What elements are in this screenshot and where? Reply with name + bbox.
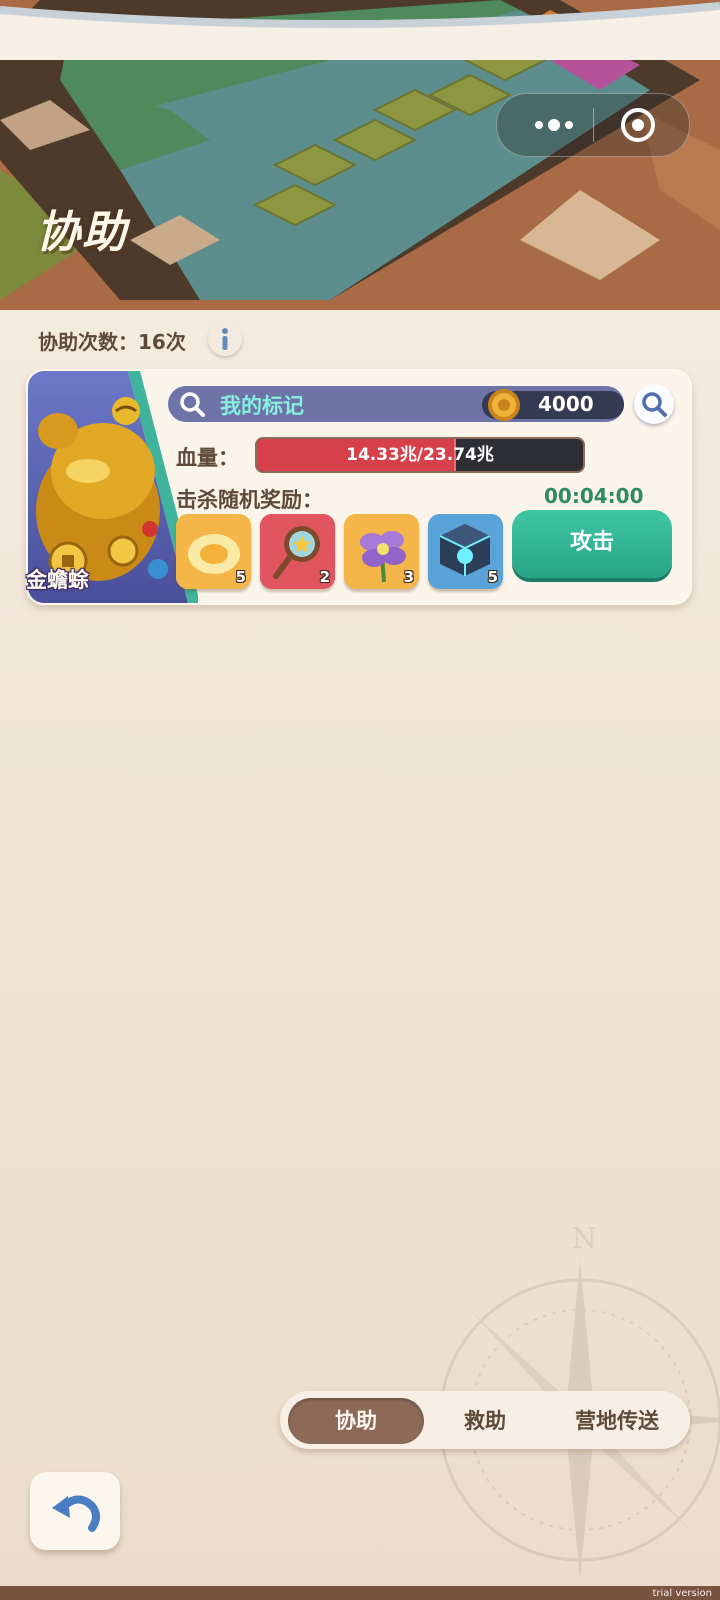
undo-arrow-icon bbox=[52, 1495, 100, 1532]
countdown-timer: 00:04:00 bbox=[544, 484, 644, 508]
hp-bar: 14.33兆/23.74兆 bbox=[255, 437, 585, 473]
mini-program-capsule bbox=[496, 93, 690, 157]
svg-text:N: N bbox=[572, 1222, 597, 1255]
gold-coin-icon bbox=[488, 389, 520, 421]
magnifier-icon bbox=[642, 392, 667, 417]
search-icon bbox=[180, 392, 205, 417]
boss-name: 金蟾蜍 bbox=[26, 568, 89, 592]
reward-item-magnifier[interactable]: 2 bbox=[260, 514, 335, 589]
reward-count: 5 bbox=[235, 568, 246, 586]
capsule-divider bbox=[593, 108, 594, 142]
reward-item-egg[interactable]: 5 bbox=[176, 514, 251, 589]
info-icon[interactable] bbox=[208, 322, 242, 356]
trial-version-watermark: trial version bbox=[652, 1588, 712, 1599]
reward-count: 5 bbox=[487, 568, 498, 586]
reward-count: 3 bbox=[403, 568, 414, 586]
coin-value: 4000 bbox=[538, 392, 594, 416]
tab-rescue[interactable]: 救助 bbox=[430, 1398, 540, 1444]
page-title: 协助 bbox=[36, 207, 128, 258]
hp-label: 血量： bbox=[176, 446, 239, 470]
tab-camp-teleport[interactable]: 营地传送 bbox=[552, 1398, 682, 1444]
reward-count: 2 bbox=[319, 568, 330, 586]
target-circle-icon[interactable] bbox=[619, 106, 657, 144]
my-mark-label[interactable]: 我的标记 bbox=[220, 390, 304, 420]
hp-value: 14.33兆/23.74兆 bbox=[346, 445, 494, 465]
attack-button[interactable]: 攻击 bbox=[512, 510, 672, 578]
kill-reward-label: 击杀随机奖励： bbox=[176, 488, 323, 512]
bottom-strip bbox=[0, 1586, 720, 1600]
back-button[interactable] bbox=[30, 1472, 120, 1550]
search-button[interactable] bbox=[634, 384, 674, 424]
assist-count-label: 协助次数：16次 bbox=[38, 330, 186, 354]
reward-item-flower[interactable]: 3 bbox=[344, 514, 419, 589]
tab-assist[interactable]: 协助 bbox=[288, 1398, 424, 1444]
reward-item-cube[interactable]: 5 bbox=[428, 514, 503, 589]
header-wave-edge bbox=[0, 2, 720, 60]
more-dots-icon[interactable] bbox=[519, 94, 591, 156]
